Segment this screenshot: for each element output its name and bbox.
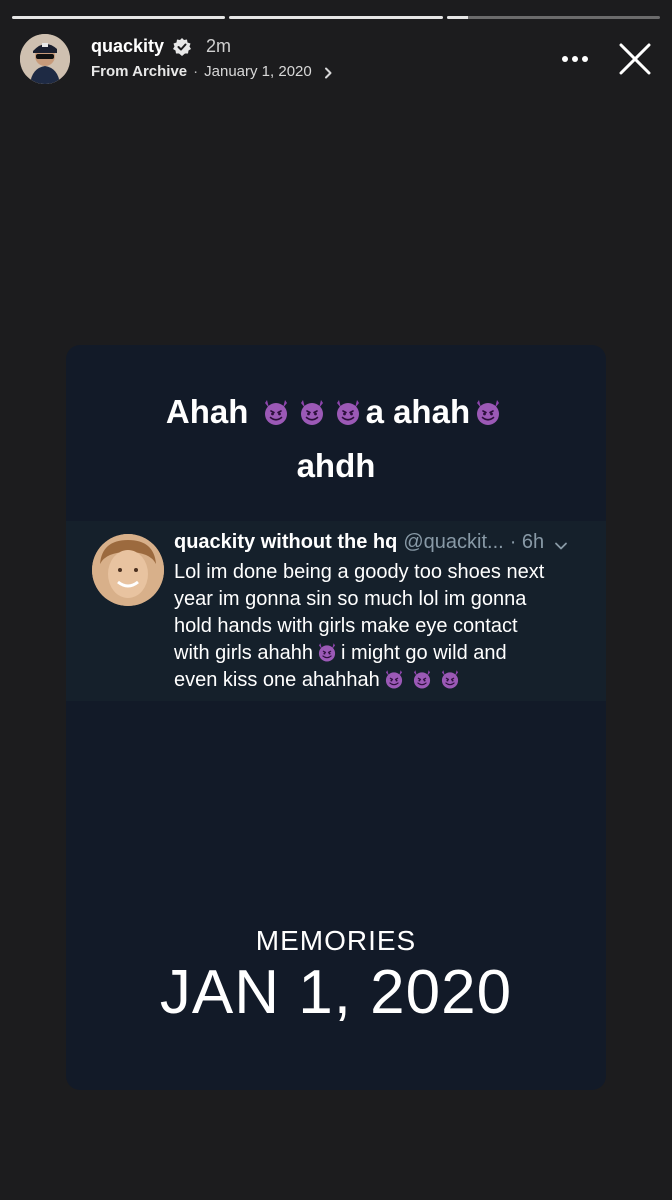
tweet-line-part: i might go wild and: [340, 642, 507, 664]
smiling-devil-emoji-icon: [441, 670, 458, 689]
smiling-devil-emoji-icon: [385, 670, 402, 689]
archive-date: January 1, 2020: [204, 63, 312, 80]
separator: ·: [193, 63, 199, 80]
memories-date: JAN 1, 2020: [159, 958, 513, 1027]
tweet-header: quackity without the hq @quackit... · 6h: [174, 531, 568, 554]
avatar[interactable]: [20, 34, 70, 84]
tweet-line: Lol im done being a goody too shoes next: [174, 561, 545, 583]
smiling-devil-emoji-icon: [336, 400, 359, 425]
caption-text: a ahah: [365, 393, 471, 430]
smiling-devil-emoji-icon: [300, 400, 323, 425]
from-archive-label: From Archive: [91, 63, 188, 80]
tweet-line: year im gonna sin so much lol im gonna: [174, 588, 527, 610]
story-caption: Ahah a ahah ahdh: [66, 385, 606, 493]
chevron-right-icon: [322, 66, 334, 78]
caption-line-2: ahdh: [296, 447, 376, 484]
smiling-devil-emoji-icon: [264, 400, 287, 425]
story-card[interactable]: Ahah a ahah ahdh quackity without the hq…: [66, 345, 606, 1090]
story-progress: [12, 16, 660, 20]
tweet-line-part: with girls ahahh: [174, 642, 313, 664]
tweet-author-name: quackity without the hq: [174, 531, 398, 553]
tweet-avatar: [92, 534, 164, 606]
post-time: 2m: [206, 36, 232, 56]
more-options-icon[interactable]: [560, 44, 590, 74]
progress-segment-2: [229, 16, 443, 19]
verified-badge-icon: [172, 37, 192, 57]
tweet-screenshot: quackity without the hq @quackit... · 6h…: [66, 521, 606, 701]
tweet-time: · 6h: [509, 531, 545, 553]
caption-text: Ahah: [165, 393, 249, 430]
smiling-devil-emoji-icon: [318, 643, 336, 662]
smiling-devil-emoji-icon: [413, 670, 430, 689]
progress-segment-3: [446, 16, 660, 19]
tweet-handle: @quackit...: [403, 531, 504, 553]
username-row: quackity 2m: [91, 36, 231, 57]
tweet-line: even kiss one ahahhah: [174, 667, 594, 694]
tweet-text: Lol im done being a goody too shoes next…: [174, 559, 594, 694]
tweet-line: with girls ahahh i might go wild and: [174, 640, 594, 667]
caption-line-1: Ahah a ahah: [66, 385, 606, 439]
chevron-down-icon: [554, 536, 568, 550]
smiling-devil-emoji-icon: [477, 400, 500, 425]
tweet-line: hold hands with girls make eye contact: [174, 615, 518, 637]
tweet-line-part: even kiss one ahahhah: [174, 669, 380, 691]
archive-info[interactable]: From Archive · January 1, 2020: [91, 63, 334, 80]
progress-segment-1: [12, 16, 226, 19]
username[interactable]: quackity: [91, 36, 164, 57]
memories-label: MEMORIES: [255, 925, 417, 956]
close-icon[interactable]: [616, 40, 654, 78]
story-header: quackity 2m From Archive · January 1, 20…: [18, 32, 654, 88]
